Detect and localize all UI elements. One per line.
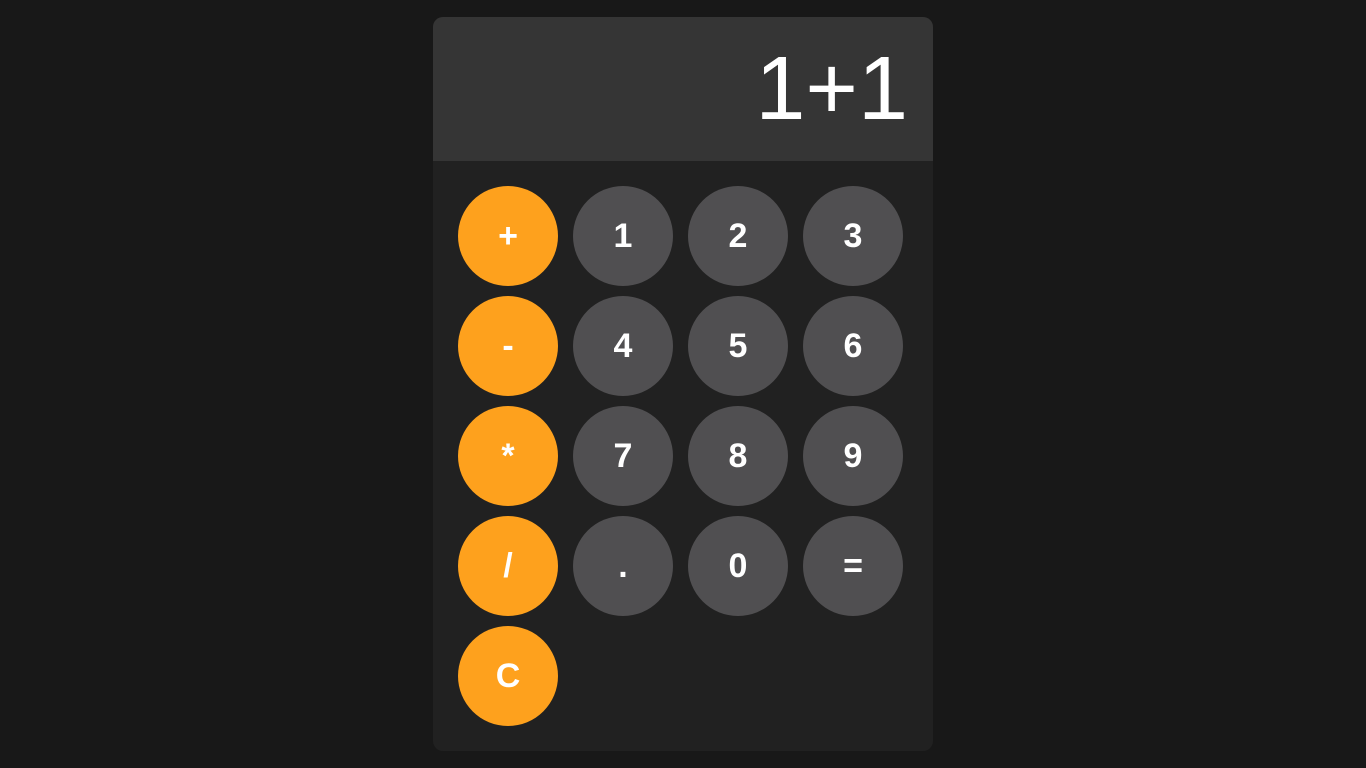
clear-button[interactable]: C bbox=[458, 626, 558, 726]
display-value: 1+1 bbox=[755, 39, 908, 139]
equals-button[interactable]: = bbox=[803, 516, 903, 616]
multiply-button[interactable]: * bbox=[458, 406, 558, 506]
divide-button[interactable]: / bbox=[458, 516, 558, 616]
calculator: 1+1 + 1 2 3 - 4 5 6 * 7 8 9 / . 0 = C bbox=[433, 17, 933, 751]
subtract-button[interactable]: - bbox=[458, 296, 558, 396]
digit-0-button[interactable]: 0 bbox=[688, 516, 788, 616]
keypad: + 1 2 3 - 4 5 6 * 7 8 9 / . 0 = C bbox=[433, 161, 933, 726]
digit-1-button[interactable]: 1 bbox=[573, 186, 673, 286]
digit-2-button[interactable]: 2 bbox=[688, 186, 788, 286]
digit-7-button[interactable]: 7 bbox=[573, 406, 673, 506]
digit-9-button[interactable]: 9 bbox=[803, 406, 903, 506]
digit-5-button[interactable]: 5 bbox=[688, 296, 788, 396]
digit-8-button[interactable]: 8 bbox=[688, 406, 788, 506]
display-panel: 1+1 bbox=[433, 17, 933, 161]
add-button[interactable]: + bbox=[458, 186, 558, 286]
digit-3-button[interactable]: 3 bbox=[803, 186, 903, 286]
decimal-button[interactable]: . bbox=[573, 516, 673, 616]
digit-4-button[interactable]: 4 bbox=[573, 296, 673, 396]
digit-6-button[interactable]: 6 bbox=[803, 296, 903, 396]
